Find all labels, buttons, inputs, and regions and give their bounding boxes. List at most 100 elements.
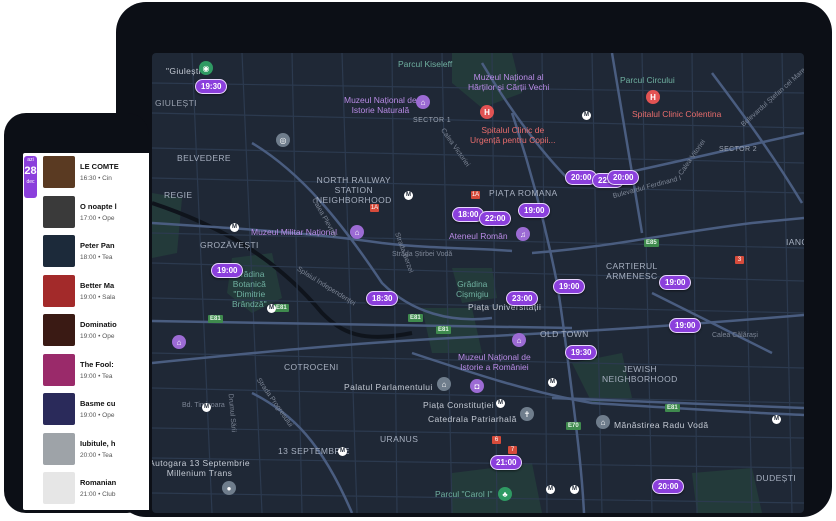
museum-icon[interactable]: ⌂: [350, 225, 364, 239]
museum-icon[interactable]: ⌂: [512, 333, 526, 347]
event-subtitle: 19:00 • Sala: [80, 293, 116, 301]
place-label: Palatul Parlamentului: [344, 382, 433, 392]
metro-icon: M: [548, 378, 557, 387]
place-label: Catedrala Patriarhală: [428, 414, 517, 424]
metro-station-icon[interactable]: ◎: [276, 133, 290, 147]
landmark-icon[interactable]: ⌂: [437, 377, 451, 391]
metro-icon: M: [570, 485, 579, 494]
event-list-item[interactable]: Peter Pan 18:00 • Tea: [43, 235, 149, 269]
route-shield: E81: [665, 404, 680, 412]
date-day: 28: [24, 165, 37, 177]
event-list-item[interactable]: Dominatio 19:00 • Ope: [43, 314, 149, 348]
camera-icon[interactable]: ◘: [470, 379, 484, 393]
park-tree-icon[interactable]: ♣: [498, 487, 512, 501]
route-shield: E81: [408, 314, 423, 322]
event-poster-image: [43, 195, 75, 228]
metro-icon: M: [404, 191, 413, 200]
district-label: BELVEDERE: [177, 153, 231, 163]
district-label: NORTH RAILWAY STATION NEIGHBORHOOD: [316, 175, 392, 205]
event-list-screen[interactable]: azi 28 dec LE COMTE 16:30 • Cin O noapte l…: [23, 153, 149, 510]
music-icon[interactable]: ♫: [516, 227, 530, 241]
park-label: Parcul Circului: [620, 75, 675, 85]
hospital-label: Spitalul Clinic de Urgență pentru Copii.…: [470, 125, 556, 145]
event-subtitle: 21:00 • Club: [80, 491, 116, 498]
metro-icon: M: [202, 403, 211, 412]
bus-station-icon[interactable]: ●: [222, 481, 236, 495]
event-list-item[interactable]: Romanian 21:00 • Club: [43, 472, 149, 506]
venue-label: Ateneul Român: [449, 231, 508, 241]
church-icon[interactable]: ⌂: [596, 415, 610, 429]
district-label: REGIE: [164, 190, 193, 200]
museum-icon[interactable]: ⌂: [416, 95, 430, 109]
hospital-icon[interactable]: H: [480, 105, 494, 119]
event-time-pin[interactable]: 18:30: [366, 291, 399, 306]
event-poster-image: [43, 156, 75, 188]
place-label: Mănăstirea Radu Vodă: [614, 420, 709, 430]
event-time-pin[interactable]: 19:00: [553, 279, 586, 294]
event-poster-image: [43, 314, 75, 346]
event-poster-image: [43, 235, 75, 267]
event-subtitle: 19:00 • Ope: [80, 412, 115, 419]
event-list-item[interactable]: The Fool: 19:00 • Tea: [43, 353, 149, 388]
church-icon[interactable]: ✝: [520, 407, 534, 421]
event-time-pin[interactable]: 20:00: [652, 479, 685, 494]
event-time-pin[interactable]: 19:30: [565, 345, 598, 360]
district-label: OLD TOWN: [540, 329, 589, 339]
event-time-pin[interactable]: 19:00: [669, 318, 702, 333]
event-time-pin[interactable]: 19:00: [211, 263, 244, 278]
event-subtitle: 17:00 • Ope: [80, 214, 115, 222]
city-map[interactable]: GIULEȘTI BELVEDERE REGIE GROZĂVEȘTI COTR…: [152, 53, 804, 513]
hospital-label: Spitalul Clinic Colentina: [632, 109, 722, 119]
route-shield: 1A: [370, 204, 379, 212]
stadium-icon[interactable]: ◉: [199, 61, 213, 75]
metro-icon: M: [338, 447, 347, 456]
district-label: IANC: [786, 237, 804, 247]
metro-icon: M: [230, 223, 239, 232]
event-time-pin[interactable]: 19:30: [195, 79, 228, 94]
district-label: SECTOR 1: [413, 117, 452, 124]
event-time-pin[interactable]: 23:00: [506, 291, 539, 306]
route-shield: 7: [508, 446, 517, 454]
event-time-pin[interactable]: 20:00: [607, 170, 640, 185]
event-poster-image: [43, 274, 75, 307]
event-subtitle: 19:00 • Tea: [80, 372, 113, 380]
route-shield: 3: [735, 256, 744, 264]
event-title: Iubitule, h: [80, 438, 116, 448]
event-time-pin[interactable]: 19:00: [659, 275, 692, 290]
event-list-item[interactable]: O noapte l 17:00 • Ope: [43, 195, 149, 230]
metro-icon: M: [496, 399, 505, 408]
event-title: Better Ma: [80, 280, 115, 290]
event-title: Dominatio: [80, 320, 117, 329]
museum-icon[interactable]: ⌂: [172, 335, 186, 349]
museum-label: Muzeul Național de Istorie Naturală: [344, 95, 417, 115]
event-subtitle: 18:00 • Tea: [80, 254, 113, 261]
date-badge[interactable]: azi 28 dec: [24, 156, 37, 198]
route-shield: E81: [436, 326, 451, 334]
date-weekday: azi: [27, 157, 34, 163]
event-list-item[interactable]: LE COMTE 16:30 • Cin: [43, 156, 149, 190]
event-list-item[interactable]: Better Ma 19:00 • Sala: [43, 274, 149, 309]
district-label: DUDEȘTI: [756, 473, 797, 483]
hospital-icon[interactable]: H: [646, 90, 660, 104]
event-time-pin[interactable]: 22:00: [479, 211, 512, 226]
park-label: Parcul Kiseleff: [398, 59, 453, 69]
metro-icon: M: [582, 111, 591, 120]
event-poster-image: [43, 432, 75, 465]
district-label: CARTIERUL ARMENESC: [606, 261, 658, 281]
route-shield: E81: [208, 315, 223, 323]
date-month: dec: [26, 179, 35, 185]
event-poster-image: [43, 472, 75, 504]
museum-label: Muzeul Național de Istorie a României: [458, 352, 531, 372]
event-time-pin[interactable]: 19:00: [518, 203, 551, 218]
event-time-pin[interactable]: 21:00: [490, 455, 523, 470]
event-poster-image: [43, 393, 75, 425]
event-subtitle: 19:00 • Ope: [80, 333, 115, 340]
event-title: Peter Pan: [80, 241, 115, 250]
event-list-item[interactable]: Basme cu 19:00 • Ope: [43, 393, 149, 427]
park-label: Grădina Cișmigiu: [456, 279, 489, 299]
event-subtitle: 16:30 • Cin: [80, 175, 112, 182]
museum-label: Muzeul Național al Hărților și Cărții Ve…: [468, 72, 550, 92]
event-list-item[interactable]: Iubitule, h 20:00 • Tea: [43, 432, 149, 467]
event-title: O noapte l: [80, 201, 117, 211]
event-title: Romanian: [80, 478, 117, 487]
